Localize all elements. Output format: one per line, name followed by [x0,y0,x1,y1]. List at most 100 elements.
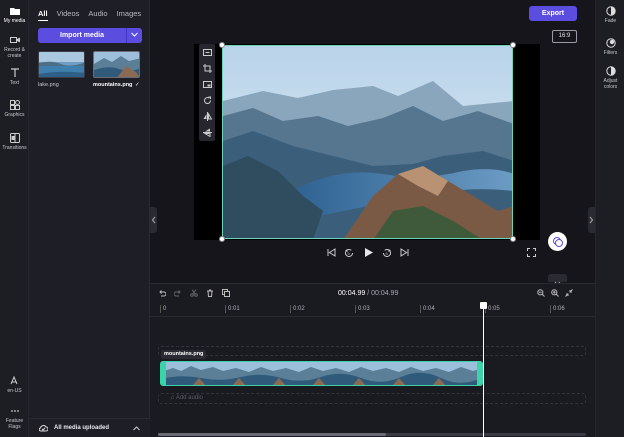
redo-icon[interactable] [174,289,182,297]
rail-label: Graphics [4,112,25,118]
ruler-tick: 0:05 [485,305,500,313]
chevron-up-icon[interactable] [133,425,140,431]
rotate-button[interactable] [199,92,215,108]
lake-thumbnail [39,52,84,77]
collapse-left-panel-button[interactable] [150,207,157,233]
fit-button[interactable] [199,44,215,60]
ruler-tick: 0:01 [225,305,240,313]
export-button[interactable]: Export [529,6,577,21]
rail-label: Fade [604,18,617,24]
rail-label: Feature Flags [5,418,24,430]
playhead[interactable] [483,302,484,437]
scrollbar-thumb[interactable] [158,433,386,436]
fullscreen-button[interactable] [527,248,536,259]
rail-adjust-colors[interactable]: Adjust colors [596,66,624,90]
skip-back-button[interactable] [327,248,336,259]
help-chat-button[interactable] [548,232,567,251]
total-time: 00:04.99 [371,290,399,297]
adjust-colors-icon [605,66,616,76]
rail-language[interactable]: en-US [0,376,29,394]
skip-forward-button[interactable] [400,248,409,259]
duplicate-icon[interactable] [222,289,230,297]
play-icon [365,248,373,257]
resize-handle-br[interactable] [510,236,516,242]
tab-audio[interactable]: Audio [88,9,107,21]
rail-filters[interactable]: Filters [596,38,624,56]
more-icon [10,410,19,412]
timeline: 00:04.99 / 00:04.99 0 0:01 0:02 0:03 0:0… [150,283,595,437]
add-audio-label: Add audio [175,395,203,401]
timeline-ruler[interactable]: 0 0:01 0:02 0:03 0:04 0:05 0:06 [150,305,595,317]
svg-text:5: 5 [386,251,389,256]
media-name-lake: lake.png [38,82,59,88]
add-audio-placeholder[interactable]: ♫ Add audio [170,395,203,401]
mountains-image [223,46,512,238]
rail-label: Filters [603,50,618,56]
aspect-ratio-button[interactable]: 16:9 [552,30,577,43]
play-button[interactable] [363,247,374,260]
undo-icon[interactable] [158,289,166,297]
empty-track-top[interactable] [158,346,586,356]
import-media-label: Import media [60,32,104,39]
media-name-text: mountains.png [93,82,133,88]
left-rail: My media Record & create Text Graphics T… [0,0,29,437]
preview-canvas[interactable] [222,45,513,239]
tab-all[interactable]: All [38,9,48,21]
rewind-5s-button[interactable]: 5 [344,248,354,260]
media-thumb-mountains[interactable] [93,51,140,78]
upload-status-bar[interactable]: All media uploaded [29,418,150,437]
folder-icon [9,8,20,15]
delete-icon[interactable] [206,289,214,297]
video-clip[interactable] [160,361,483,386]
rotate-icon [203,96,211,104]
chevron-left-icon [151,216,156,224]
pip-button[interactable] [199,76,215,92]
clip-trim-left-handle[interactable] [161,362,166,385]
rail-transitions[interactable]: Transitions [0,133,29,151]
rail-feature-flags[interactable]: Feature Flags [0,406,29,430]
zoom-in-icon[interactable] [551,289,559,297]
rail-record-create[interactable]: Record & create [0,35,29,59]
clip-trim-right-handle[interactable] [477,362,482,385]
collapse-right-panel-button[interactable] [588,207,595,233]
flip-horizontal-button[interactable] [199,108,215,124]
shapes-icon [9,100,20,110]
collapse-timeline-button[interactable] [548,274,567,286]
rail-graphics[interactable]: Graphics [0,100,29,118]
picture-in-picture-icon [202,80,212,88]
ruler-tick: 0:04 [420,305,435,313]
timeline-scrollbar[interactable] [158,433,586,436]
text-icon [10,68,19,77]
music-note-icon: ♫ [170,395,175,401]
filters-icon [605,38,616,48]
chevron-down-icon[interactable] [127,32,142,39]
flip-vertical-icon [202,128,212,137]
resize-handle-bl[interactable] [219,236,225,242]
rail-my-media[interactable]: My media [0,6,29,24]
right-rail: Fade Filters Adjust colors [595,0,624,437]
playhead-handle[interactable] [480,302,487,309]
split-icon[interactable] [190,289,198,297]
rail-text[interactable]: Text [0,68,29,86]
upload-status-text: All media uploaded [54,425,110,431]
rail-label: Record & create [4,47,25,59]
video-editor: My media Record & create Text Graphics T… [0,0,624,437]
zoom-out-icon[interactable] [537,289,545,297]
audio-track[interactable] [158,393,586,404]
ruler-tick: 0:06 [550,305,565,313]
import-media-button[interactable]: Import media [38,28,142,43]
resize-handle-tr[interactable] [510,42,516,48]
ruler-tick: 0:03 [355,305,370,313]
skip-to-start-icon [327,248,336,257]
media-panel: All Videos Audio Images Import media lak… [29,0,150,437]
crop-button[interactable] [199,60,215,76]
forward-5s-button[interactable]: 5 [382,248,392,260]
tab-images[interactable]: Images [117,9,142,21]
fit-timeline-icon[interactable] [565,289,573,297]
media-name-mountains: mountains.png ✓ [93,82,140,88]
rail-fade[interactable]: Fade [596,6,624,24]
media-thumb-lake[interactable] [38,51,85,78]
tab-videos[interactable]: Videos [57,9,80,21]
flip-vertical-button[interactable] [199,124,215,140]
resize-handle-tl[interactable] [219,42,225,48]
